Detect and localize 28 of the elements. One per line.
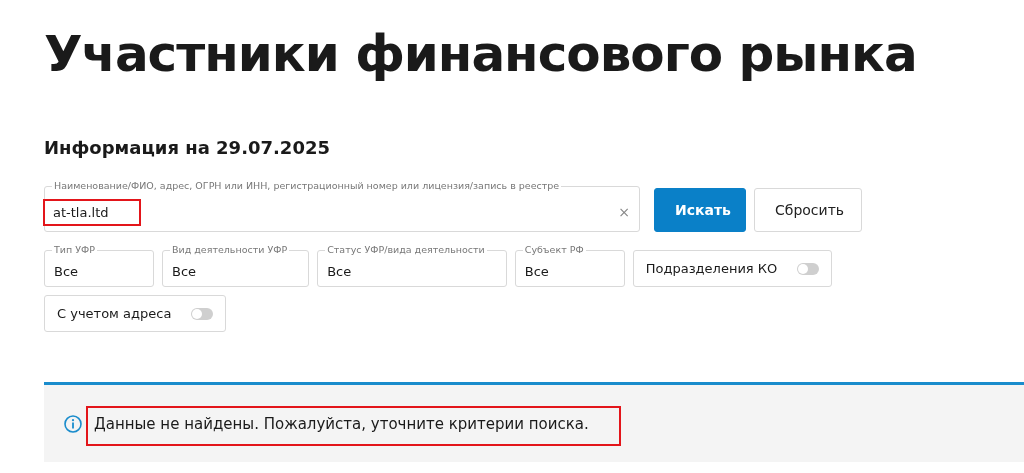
field-label: Статус УФР/вида деятельности [325, 244, 487, 256]
field-label: Наименование/ФИО, адрес, ОГРН или ИНН, регистрационный номер или лицензия/запись в реестре [52, 180, 562, 192]
search-button[interactable]: Искать [654, 188, 746, 232]
filter-select[interactable]: Тип УФР Все [44, 244, 154, 287]
filter-select[interactable]: Субъект РФ Все [514, 244, 625, 287]
field-label: Тип УФР [52, 244, 97, 256]
toggle-switch[interactable] [191, 307, 214, 320]
field-label: Субъект РФ [522, 244, 586, 256]
page-title: Участники финансового рынка [44, 24, 918, 85]
filter-select[interactable]: Статус УФР/вида деятельности Все [317, 244, 507, 287]
info-date-heading: Информация на 29.07.2025 [44, 136, 331, 160]
toggle-label: Подразделения КО [645, 261, 778, 276]
field-value: Все [54, 264, 79, 279]
field-label: Вид деятельности УФР [170, 244, 290, 256]
clear-button[interactable]: × [618, 204, 630, 220]
toggle-filter[interactable]: С учетом адреса [44, 295, 227, 332]
field-value: Все [327, 264, 352, 279]
filter-select[interactable]: Вид деятельности УФР Все [162, 244, 310, 287]
toggle-switch[interactable] [797, 262, 820, 275]
search-field[interactable]: Наименование/ФИО, адрес, ОГРН или ИНН, регистрационный номер или лицензия/запись в реестре at-tla.ltd × [44, 180, 640, 232]
field-value: Все [172, 264, 197, 279]
field-value: at-tla.ltd [45, 200, 139, 224]
toggle-filter[interactable]: Подразделения КО [632, 250, 833, 287]
info-icon [64, 415, 82, 433]
no-results-message: Данные не найдены. Пожалуйста, уточните критерии поиска. [88, 408, 619, 444]
reset-button[interactable]: Сбросить [754, 188, 862, 232]
toggle-label: С учетом адреса [57, 306, 172, 321]
field-value: Все [524, 264, 549, 279]
